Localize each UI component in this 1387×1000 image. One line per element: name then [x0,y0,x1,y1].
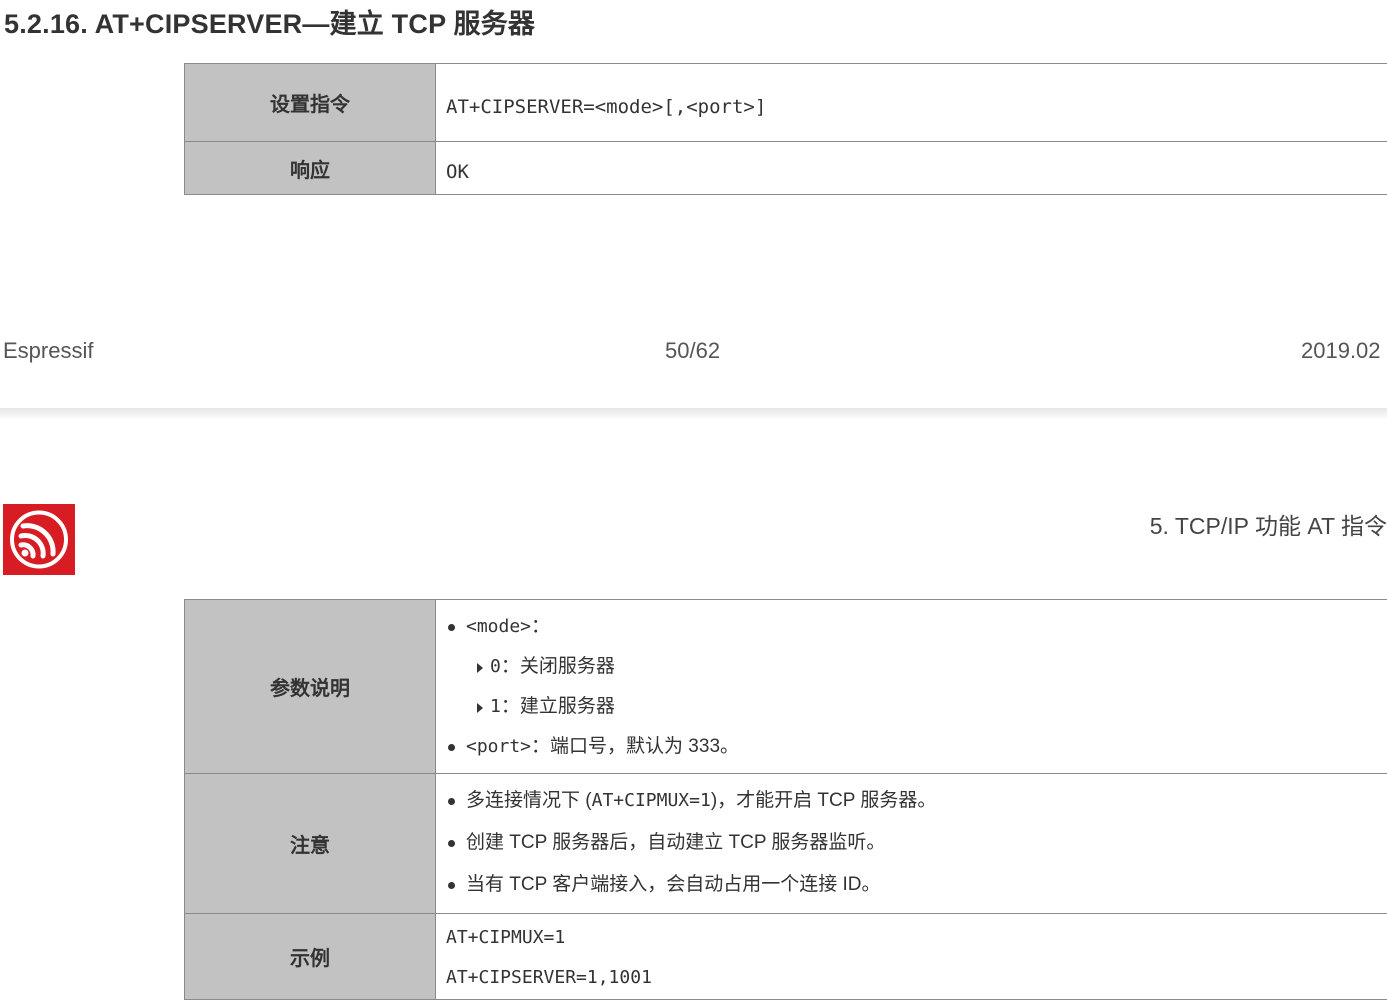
note-3-text: 当有 TCP 客户端接入，会自动占用一个连接 ID。 [466,874,881,895]
bullet-icon [448,798,455,805]
note-1-suffix: )，才能开启 TCP 服务器。 [710,790,937,811]
example-line-2: AT+CIPSERVER=1,1001 [446,967,652,988]
param-port-name: <port> [466,736,532,757]
bullet-icon [448,882,455,889]
option-0-code: 0 [490,656,501,677]
row-label-params: 参数说明 [184,599,436,774]
command-table: 设置指令 AT+CIPSERVER=<mode>[,<port>] 响应 OK [184,63,1387,195]
list-item: 1：建立服务器 [436,687,1387,727]
table-row: 注意 多连接情况下 (AT+CIPMUX=1)，才能开启 TCP 服务器。 创建… [184,773,1387,914]
table-row: 设置指令 AT+CIPSERVER=<mode>[,<port>] [184,63,1387,142]
row-label-set-command: 设置指令 [184,63,436,142]
bullet-icon [448,624,455,631]
page-separator [0,408,1387,420]
table-row: 响应 OK [184,141,1387,195]
bullet-icon [448,744,455,751]
table-row: 参数说明 <mode>： 0：关闭服务器 1：建立服务器 <port>：端口号，… [184,599,1387,774]
example-code: AT+CIPMUX=1 AT+CIPSERVER=1,1001 [435,913,1387,1000]
option-0-text: ：关闭服务器 [500,656,615,677]
option-1-text: ：建立服务器 [500,696,615,717]
note-1-prefix: 多连接情况下 ( [466,790,592,811]
params-description: <mode>： 0：关闭服务器 1：建立服务器 <port>：端口号，默认为 3… [435,599,1387,774]
footer-page-number: 50/62 [665,338,721,363]
espressif-logo-icon [3,504,75,575]
note-2-text: 创建 TCP 服务器后，自动建立 TCP 服务器监听。 [466,832,886,853]
param-mode-name: <mode> [466,616,532,637]
table-row: 示例 AT+CIPMUX=1 AT+CIPSERVER=1,1001 [184,913,1387,1000]
set-command-value: AT+CIPSERVER=<mode>[,<port>] [435,63,1387,142]
row-label-response: 响应 [184,141,436,195]
bullet-icon [448,840,455,847]
option-1-code: 1 [490,696,501,717]
note-1-code: AT+CIPMUX=1 [591,790,711,811]
chapter-header: 5. TCP/IP 功能 AT 指令 [1149,513,1387,539]
notes-description: 多连接情况下 (AT+CIPMUX=1)，才能开启 TCP 服务器。 创建 TC… [435,773,1387,914]
footer-date: 2019.02 [1301,338,1381,363]
list-item: 多连接情况下 (AT+CIPMUX=1)，才能开启 TCP 服务器。 [436,780,1387,822]
footer-company: Espressif [3,338,94,363]
list-item: 0：关闭服务器 [436,647,1387,687]
details-table: 参数说明 <mode>： 0：关闭服务器 1：建立服务器 <port>：端口号，… [184,599,1387,1000]
row-label-example: 示例 [184,913,436,1000]
triangle-bullet-icon [477,703,483,713]
list-item: <port>：端口号，默认为 333。 [436,727,1387,767]
list-item: <mode>： [436,607,1387,647]
list-item: 创建 TCP 服务器后，自动建立 TCP 服务器监听。 [436,822,1387,864]
response-value: OK [435,141,1387,195]
section-title: 5.2.16. AT+CIPSERVER—建立 TCP 服务器 [4,9,536,39]
example-line-1: AT+CIPMUX=1 [446,927,566,948]
row-label-notes: 注意 [184,773,436,914]
param-mode-colon: ： [531,616,551,637]
triangle-bullet-icon [477,663,483,673]
param-port-text: ：端口号，默认为 333。 [531,736,740,757]
list-item: 当有 TCP 客户端接入，会自动占用一个连接 ID。 [436,864,1387,906]
